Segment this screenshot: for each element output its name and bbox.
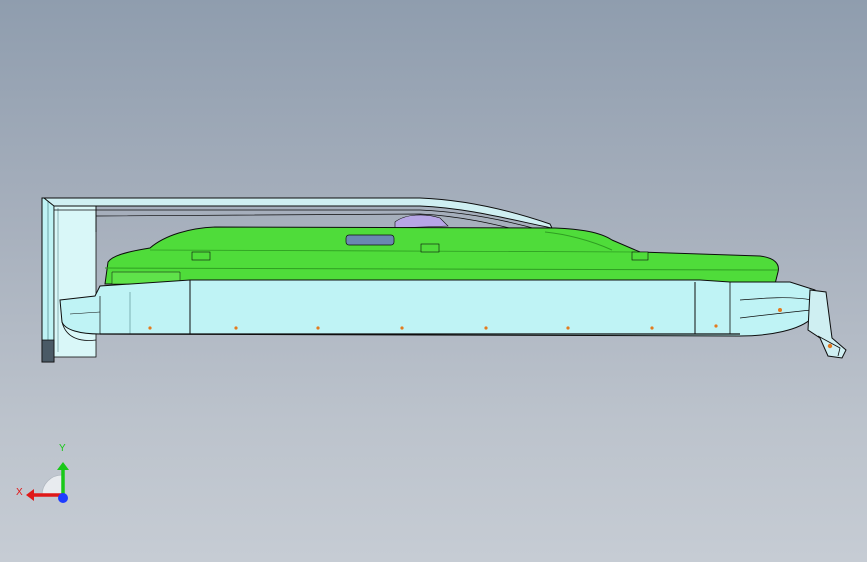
- y-axis-label: Y: [59, 443, 66, 454]
- left-frame-part[interactable]: [41, 197, 97, 363]
- graphics-viewport[interactable]: X Y: [0, 0, 867, 562]
- axis-triad: [26, 462, 69, 503]
- cad-model-view[interactable]: [0, 0, 867, 562]
- cyan-base-part[interactable]: [59, 279, 816, 341]
- lavender-part[interactable]: [394, 214, 449, 229]
- green-cover-part[interactable]: [104, 226, 779, 285]
- x-axis-label: X: [16, 487, 23, 498]
- right-bracket-part[interactable]: [807, 289, 847, 359]
- z-axis-dot: [58, 493, 68, 503]
